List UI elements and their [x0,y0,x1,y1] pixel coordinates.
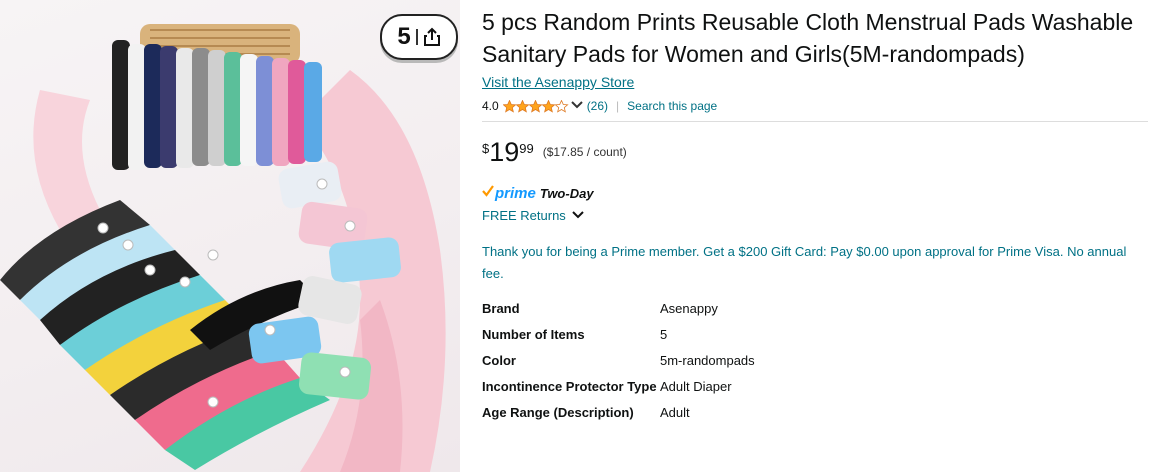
spec-value: 5 [660,327,668,342]
spec-label: Incontinence Protector Type [482,379,657,394]
chevron-down-icon[interactable] [570,99,583,113]
spec-label: Brand [482,301,520,316]
review-count-link[interactable]: (26) [587,99,608,113]
price-whole: 19 [489,137,520,167]
price: $ 19 99 ($17.85 / count) [482,137,1148,171]
spec-label: Age Range (Description) [482,405,634,420]
prime-badge: prime Two-Day [482,183,1148,203]
spec-label: Number of Items [482,327,585,342]
two-day-label: Two-Day [539,185,594,201]
free-returns-link[interactable]: FREE Returns [482,205,1148,225]
spec-row: Number of Items 5 [482,325,755,351]
spec-row: Color 5m-randompads [482,351,755,377]
price-symbol: $ [482,141,490,156]
spec-label: Color [482,353,516,368]
spec-value: Adult Diaper [660,379,732,394]
prime-check-icon [482,184,494,202]
share-count: 5 [397,23,411,50]
chevron-down-icon [572,211,584,219]
spec-value: Asenappy [660,301,718,316]
star-rating-icon [502,99,569,113]
spec-value: 5m-randompads [660,353,755,368]
divider [482,121,1148,122]
rating-stars[interactable] [502,99,569,113]
share-icon [423,27,441,47]
price-fraction: 99 [519,141,534,156]
search-this-page-link[interactable]: Search this page [627,99,717,113]
prime-visa-promo-link[interactable]: Thank you for being a Prime member. Get … [482,241,1148,285]
prime-label: prime [495,184,536,202]
product-specs-table: Brand Asenappy Number of Items 5 Color 5… [482,299,755,429]
rating-separator: | [616,99,620,113]
spec-row: Incontinence Protector Type Adult Diaper [482,377,755,403]
product-photo-illustration [0,24,446,472]
spec-row: Brand Asenappy [482,299,755,325]
product-image[interactable]: 5 [0,0,460,472]
free-returns-label: FREE Returns [482,207,566,223]
unit-price: ($17.85 / count) [542,145,627,159]
rating-value: 4.0 [482,99,499,113]
spec-value: Adult [660,405,690,420]
rating-row: 4.0 (26) | Search this page [482,96,1148,116]
product-details: 5 pcs Random Prints Reusable Cloth Menst… [482,6,1148,429]
spec-row: Age Range (Description) Adult [482,403,755,429]
store-link[interactable]: Visit the Asenappy Store [482,74,634,90]
share-button[interactable]: 5 [380,14,458,60]
product-title: 5 pcs Random Prints Reusable Cloth Menst… [482,9,1134,67]
share-divider [415,29,418,45]
